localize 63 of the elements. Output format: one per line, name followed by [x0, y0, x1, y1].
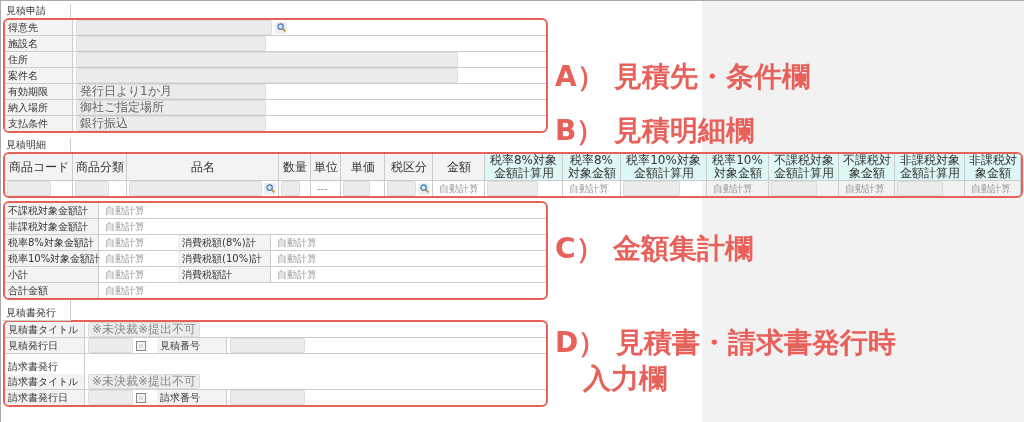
field-label: 住所	[5, 52, 73, 67]
column-header: 税率8%対象金額	[563, 154, 621, 181]
column-header: 数量	[279, 154, 311, 181]
field-label: 不課税対象金額計	[5, 203, 99, 218]
column-header: 税率10%対象金額	[707, 154, 769, 181]
field-label: 合計金額	[5, 283, 99, 298]
computed-value: 自動計算	[104, 204, 146, 218]
field-label: 見積発行日	[5, 338, 85, 353]
column-header: 税率8%対象金額計算用	[485, 154, 563, 181]
computed-value: 自動計算	[104, 284, 146, 298]
input-field[interactable]: 御社ご指定場所	[76, 100, 266, 115]
column-header: 金額	[433, 154, 485, 181]
input-field[interactable]: ※未決裁※提出不可	[88, 374, 201, 389]
field-label: 見積書タイトル	[5, 322, 85, 337]
field-label: 見積番号	[157, 338, 227, 353]
annotation-label: 入力欄	[581, 363, 668, 395]
computed-value: 自動計算	[712, 181, 753, 196]
field-label: 有効期限	[5, 84, 73, 99]
column-header: 品名	[127, 154, 279, 181]
field-label: 税率10%対象金額計	[5, 251, 99, 266]
computed-value: 自動計算	[970, 181, 1011, 196]
field-label: 施設名	[5, 36, 73, 51]
input-field[interactable]: 発行日より1か月	[76, 84, 266, 99]
field-label: 消費税額(10%)計	[179, 251, 271, 266]
computed-value: 自動計算	[271, 251, 546, 266]
column-header: 税率10%対象金額計算用	[621, 154, 707, 181]
field-label: 請求書発行日	[5, 390, 85, 405]
field-label: 消費税額(8%)計	[179, 235, 271, 250]
field-label: 請求書タイトル	[5, 374, 85, 389]
annotation-label: B） 見積明細欄	[555, 115, 755, 147]
computed-value: 自動計算	[438, 181, 479, 196]
computed-value: 自動計算	[568, 181, 609, 196]
annotation-label: C） 金額集計欄	[555, 233, 754, 265]
column-header: 単価	[341, 154, 385, 181]
section-title: 見積申請	[3, 4, 71, 18]
field-label: 支払条件	[5, 116, 73, 131]
column-header: 単位	[311, 154, 341, 181]
field-label: 消費税額計	[179, 267, 271, 282]
field-label: 小計	[5, 267, 99, 282]
computed-value: 自動計算	[844, 181, 885, 196]
column-header: 不課税対象金額計算用	[769, 154, 839, 181]
computed-value: ---	[316, 183, 328, 194]
computed-value: 自動計算	[271, 235, 546, 250]
section-title: 見積書発行	[3, 305, 71, 321]
column-header: 非課税対象金額計算用	[895, 154, 965, 181]
section-title: 見積明細	[3, 138, 71, 152]
field-label: 非課税対象金額計	[5, 219, 99, 234]
field-label: 納入場所	[5, 100, 73, 115]
column-header: 商品分類	[73, 154, 127, 181]
field-label: 案件名	[5, 68, 73, 83]
annotation-label: D） 見積書・請求書発行時	[555, 327, 896, 359]
annotation-label: A） 見積先・条件欄	[555, 61, 811, 93]
field-label: 請求番号	[157, 390, 227, 405]
input-field[interactable]: 銀行振込	[76, 116, 266, 131]
column-header: 不課税対象金額	[839, 154, 895, 181]
column-header: 税区分	[385, 154, 433, 181]
field-label: 得意先	[5, 20, 73, 35]
computed-value: 自動計算	[271, 267, 546, 282]
computed-value: 自動計算	[104, 220, 146, 234]
column-header: 商品コード	[5, 154, 73, 181]
field-label: 税率8%対象金額計	[5, 235, 99, 250]
column-header: 非課税対象金額	[965, 154, 1021, 181]
input-field[interactable]: ※未決裁※提出不可	[88, 322, 201, 337]
